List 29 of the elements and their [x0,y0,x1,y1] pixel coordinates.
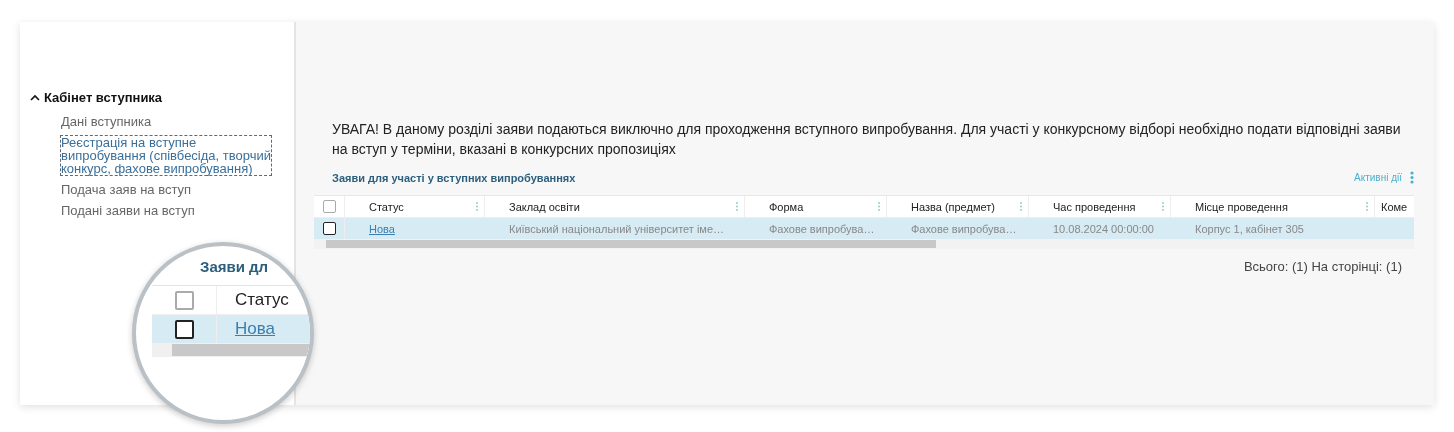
table-cell-text: Київський національний університет іме… [508,222,726,235]
column-header[interactable]: Заклад освіти [485,196,745,217]
column-header[interactable]: Назва (предмет) [887,196,1029,217]
magnified-section-title: Заяви дл [200,258,269,275]
notice-text: УВАГА! В даному розділі заяви подаються виключно для проходження вступного випробування. Для участі у конкурсному відборі необхідно подати відповідні заяви на вступ у терміни, вказані в конкурсних пропозиціях [332,120,1402,159]
checkbox[interactable] [174,290,194,310]
table-cell-text: Фахове випробува… [768,222,876,235]
section-title: Заяви для участі у вступних випробуваннях [332,171,576,184]
column-header[interactable]: Час проведення [1029,196,1171,217]
column-header[interactable]: Статус [345,196,485,217]
pagination-summary: Всього: (1) На сторінці: (1) [1242,259,1402,274]
magnified-column-header: Статус [234,290,289,310]
more-icon[interactable] [1410,171,1414,184]
column-header[interactable]: Форма [745,196,887,217]
table-cell-text: Корпус 1, кабінет 305 [1194,222,1305,235]
checkbox[interactable] [174,319,194,339]
table-cell-text: Фахове випробува… [910,222,1018,235]
sidebar-item[interactable]: Реєстрація на вступне випробування (співбесіда, творчий конкурс, фахове випробування) [61,136,271,175]
column-header[interactable]: Місце проведення [1171,196,1375,217]
sidebar-item[interactable]: Дані вступника [61,115,271,128]
column-header[interactable]: Коме [1375,196,1414,217]
sidebar-item[interactable]: Подані заяви на вступ [61,204,271,217]
table-cell-text: 10.08.2024 00:00:00 [1052,222,1155,235]
checkbox[interactable] [322,200,336,213]
sidebar-item[interactable]: Подача заяв на вступ [61,183,271,196]
sidebar-section-toggle[interactable]: Кабінет вступника [30,90,163,105]
horizontal-scrollbar[interactable] [314,239,1414,249]
status-link[interactable]: Нова [345,222,485,235]
checkbox[interactable] [322,222,336,235]
